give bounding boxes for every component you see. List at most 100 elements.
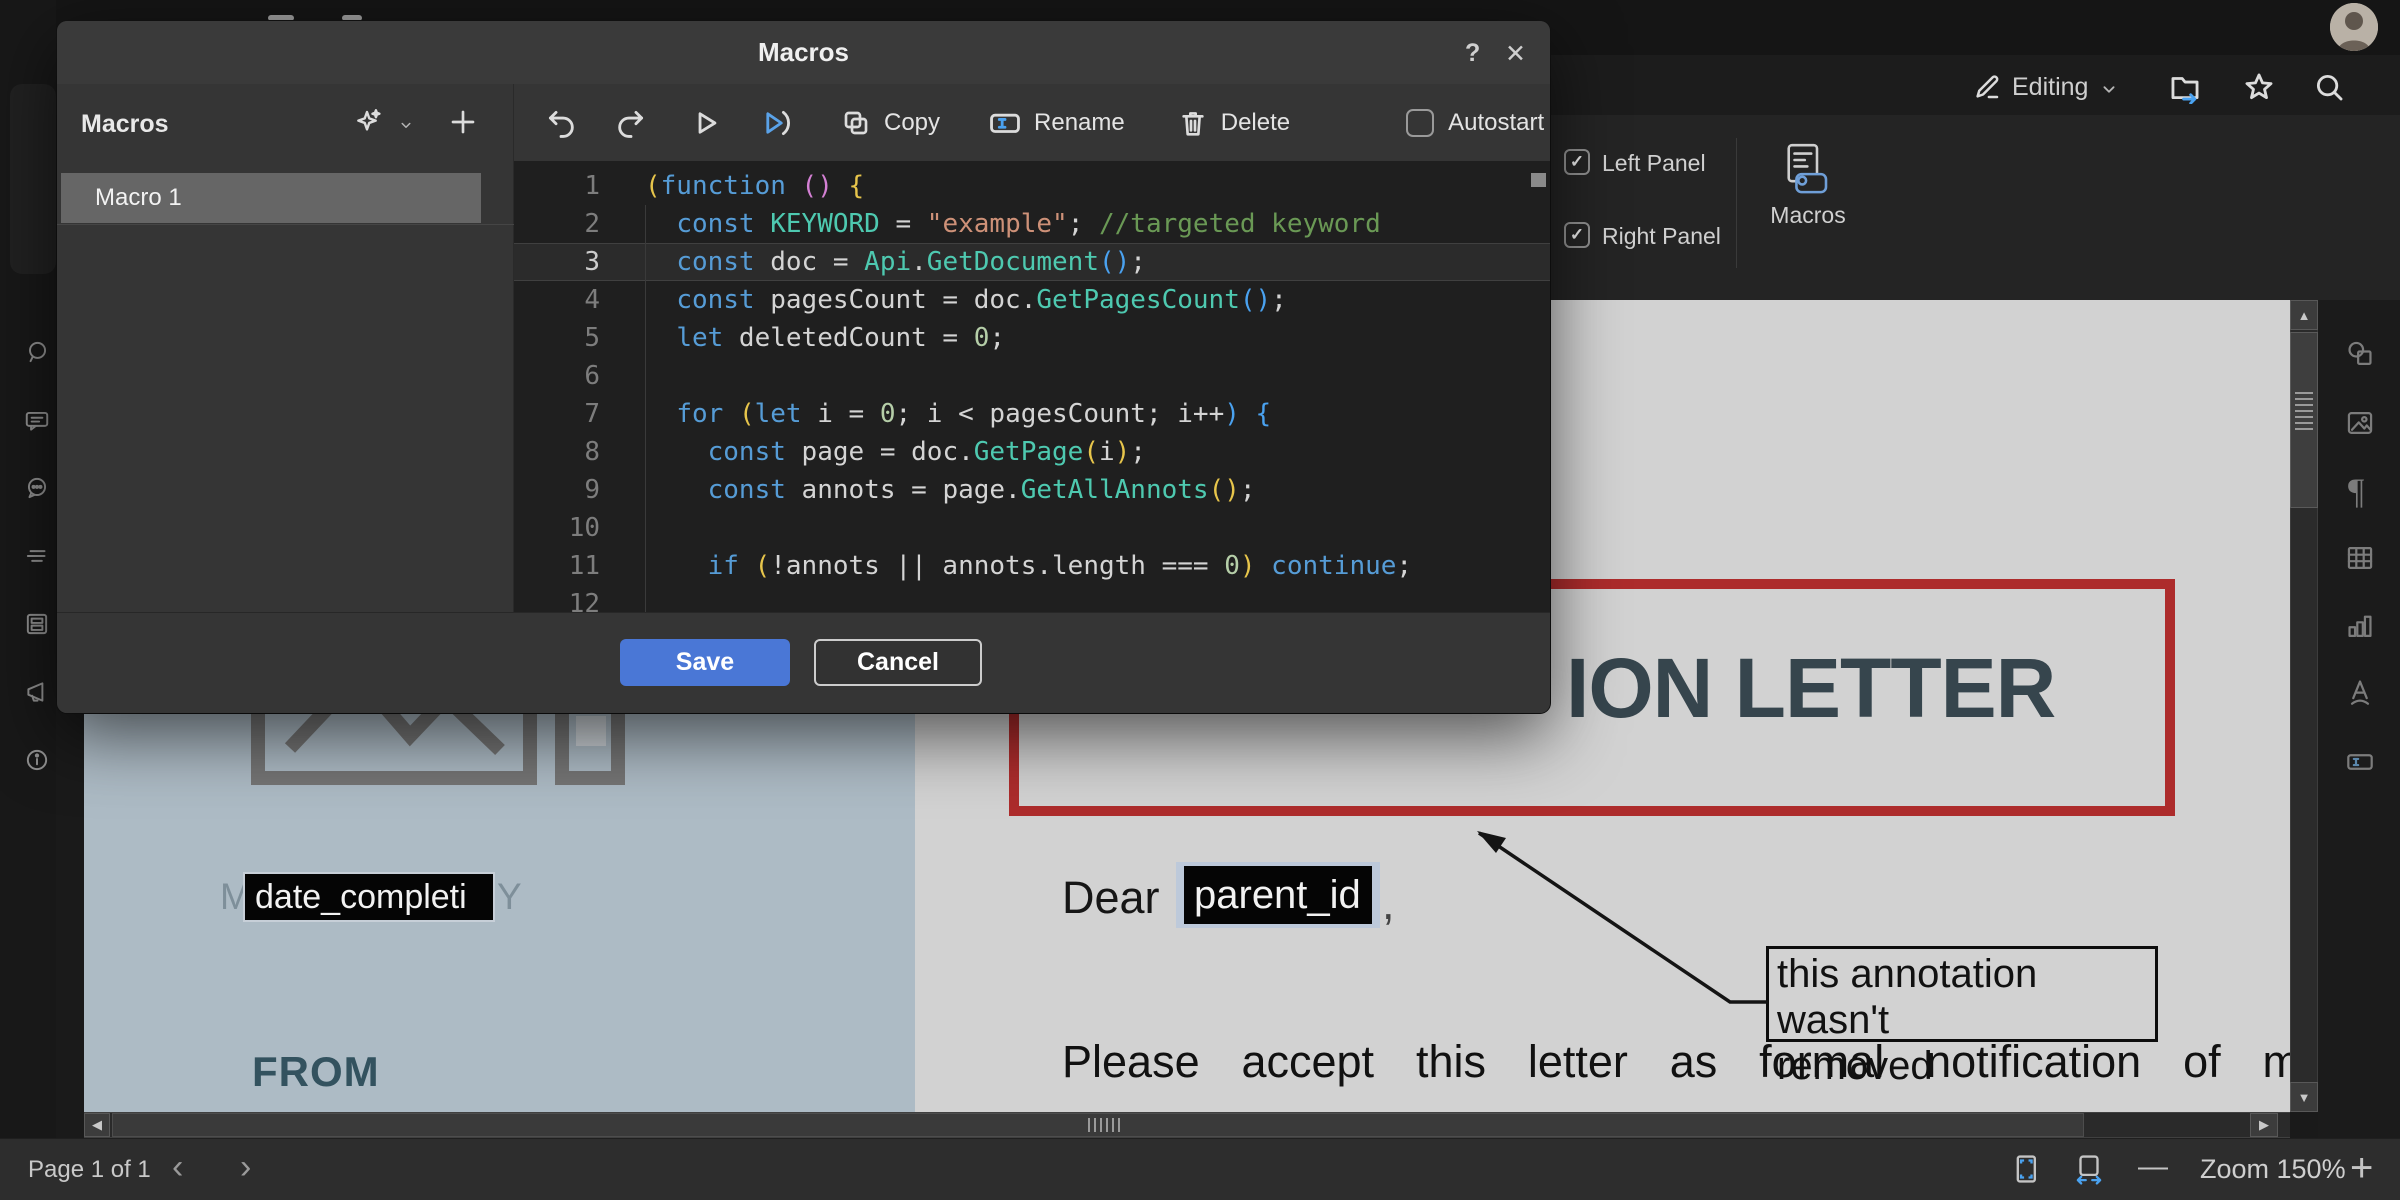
code-line-10[interactable]: 10 xyxy=(514,509,1550,547)
arrow-up-icon: ▲ xyxy=(2298,308,2311,323)
ribbon-macros-button[interactable]: Macros xyxy=(1756,142,1860,229)
code-line-2[interactable]: 2 const KEYWORD = "example"; //targeted … xyxy=(514,205,1550,243)
text-field-icon[interactable] xyxy=(2344,746,2376,778)
page-thumbnails-icon[interactable] xyxy=(23,610,51,638)
note-line-1: this annotation wasn't xyxy=(1777,951,2147,1043)
shapes-icon[interactable] xyxy=(2344,338,2376,370)
scroll-right-button[interactable]: ▶ xyxy=(2250,1113,2278,1137)
rename-label: Rename xyxy=(1034,109,1125,137)
add-macro-button[interactable] xyxy=(447,106,479,138)
zoom-in-button[interactable]: + xyxy=(2350,1146,2373,1191)
app-root: Editing ✓ Left Panel ✓ Right Panel Macro… xyxy=(0,0,2400,1200)
chat-icon[interactable] xyxy=(23,474,51,502)
headings-panel-icon[interactable] xyxy=(23,542,51,570)
save-button[interactable]: Save xyxy=(620,639,790,686)
check-icon: ✓ xyxy=(1570,225,1584,245)
cancel-button[interactable]: Cancel xyxy=(814,639,982,686)
autostart-checkbox[interactable] xyxy=(1406,109,1434,137)
trash-icon xyxy=(1177,107,1209,139)
editor-scroll-thumb[interactable] xyxy=(1531,173,1546,187)
indent-guide xyxy=(645,205,646,612)
body-word: as xyxy=(1670,1036,1718,1088)
annotation-note-box[interactable]: this annotation wasn't removed xyxy=(1766,946,2158,1042)
code-line-6[interactable]: 6 xyxy=(514,357,1550,395)
undo-button[interactable] xyxy=(544,106,578,140)
horizontal-scroll-grip xyxy=(1088,1118,1122,1132)
body-word: Please xyxy=(1062,1036,1200,1088)
dialog-toolbar: Copy Rename Delete Autostart xyxy=(514,84,1550,161)
redo-button[interactable] xyxy=(614,106,648,140)
text-art-icon[interactable] xyxy=(2344,676,2376,708)
code-editor[interactable]: 1(function () {2 const KEYWORD = "exampl… xyxy=(514,161,1550,612)
code-line-4[interactable]: 4 const pagesCount = doc.GetPagesCount()… xyxy=(514,281,1550,319)
info-icon[interactable] xyxy=(23,746,51,774)
insert-chart-icon[interactable] xyxy=(2344,610,2376,642)
body-word: letter xyxy=(1528,1036,1628,1088)
vertical-scroll-grip xyxy=(2295,392,2313,432)
ai-wand-icon[interactable] xyxy=(353,106,385,138)
code-line-1[interactable]: 1(function () { xyxy=(514,167,1550,205)
copy-icon xyxy=(840,107,872,139)
scroll-left-button[interactable]: ◀ xyxy=(84,1113,110,1137)
dialog-titlebar[interactable]: Macros xyxy=(57,21,1550,84)
copy-button[interactable]: Copy xyxy=(840,107,940,139)
body-word: m xyxy=(2263,1036,2291,1088)
code-line-9[interactable]: 9 const annots = page.GetAllAnnots(); xyxy=(514,471,1550,509)
help-button[interactable]: ? xyxy=(1465,39,1480,68)
field-selection[interactable]: parent_id xyxy=(1176,862,1380,928)
rename-icon xyxy=(988,106,1022,140)
insert-image-icon[interactable] xyxy=(2344,407,2376,439)
parent-id-field[interactable]: parent_id xyxy=(1184,866,1372,924)
code-line-3[interactable]: 3 const doc = Api.GetDocument(); xyxy=(514,243,1550,281)
fit-page-icon[interactable] xyxy=(2008,1152,2042,1186)
open-file-location-icon[interactable] xyxy=(2168,70,2202,104)
date-placeholder-field[interactable]: date_completi xyxy=(245,874,493,920)
code-line-8[interactable]: 8 const page = doc.GetPage(i); xyxy=(514,433,1550,471)
greeting-comma: , xyxy=(1382,878,1395,930)
rename-button[interactable]: Rename xyxy=(988,106,1125,140)
code-lines: 1(function () {2 const KEYWORD = "exampl… xyxy=(514,167,1550,612)
wand-chevron-icon[interactable] xyxy=(397,116,415,134)
from-heading: FROM xyxy=(252,1048,380,1096)
code-line-7[interactable]: 7 for (let i = 0; i < pagesCount; i++) { xyxy=(514,395,1550,433)
right-panel-label[interactable]: Right Panel xyxy=(1602,223,1721,250)
fit-width-icon[interactable] xyxy=(2072,1152,2106,1186)
chevron-down-icon[interactable] xyxy=(2098,78,2120,100)
check-icon: ✓ xyxy=(1570,152,1584,172)
code-line-12[interactable]: 12 xyxy=(514,585,1550,612)
paragraph-mark-icon[interactable]: ¶ xyxy=(2348,470,2364,512)
page-indicator: Page 1 of 1 xyxy=(28,1156,151,1184)
zoom-level: Zoom 150% xyxy=(2200,1154,2346,1185)
favorite-star-icon[interactable] xyxy=(2242,70,2276,104)
left-panel-remnant xyxy=(10,84,56,274)
panel-header: Macros xyxy=(81,110,169,139)
feedback-icon[interactable] xyxy=(23,678,51,706)
scroll-down-button[interactable]: ▼ xyxy=(2290,1082,2318,1112)
autostart-toggle[interactable]: Autostart xyxy=(1406,109,1544,137)
scroll-up-button[interactable]: ▲ xyxy=(2290,300,2318,330)
right-panel-checkbox[interactable]: ✓ xyxy=(1564,222,1590,248)
body-line: Pleaseacceptthisletterasformalnotificati… xyxy=(1062,1036,2290,1088)
close-button[interactable]: ✕ xyxy=(1505,39,1526,69)
code-line-11[interactable]: 11 if (!annots || annots.length === 0) c… xyxy=(514,547,1550,585)
arrow-right-icon: ▶ xyxy=(2259,1117,2269,1133)
search-panel-icon[interactable] xyxy=(23,338,51,366)
prev-page-button[interactable]: ‹ xyxy=(172,1150,183,1184)
run-all-button[interactable] xyxy=(760,106,794,140)
search-icon[interactable] xyxy=(2312,70,2346,104)
panel-divider xyxy=(57,224,514,225)
next-page-button[interactable]: › xyxy=(240,1150,251,1184)
left-panel-checkbox[interactable]: ✓ xyxy=(1564,149,1590,175)
zoom-out-button[interactable]: — xyxy=(2138,1150,2168,1184)
body-word: of xyxy=(2183,1036,2221,1088)
avatar[interactable] xyxy=(2330,3,2378,51)
run-macro-button[interactable] xyxy=(688,106,722,140)
delete-button[interactable]: Delete xyxy=(1177,107,1290,139)
arrow-left-icon: ◀ xyxy=(92,1117,102,1133)
code-line-5[interactable]: 5 let deletedCount = 0; xyxy=(514,319,1550,357)
mode-label[interactable]: Editing xyxy=(2012,73,2088,102)
macro-list-item[interactable]: Macro 1 xyxy=(61,173,481,223)
left-panel-label[interactable]: Left Panel xyxy=(1602,150,1706,177)
comments-panel-icon[interactable] xyxy=(23,407,51,435)
insert-table-icon[interactable] xyxy=(2344,542,2376,574)
